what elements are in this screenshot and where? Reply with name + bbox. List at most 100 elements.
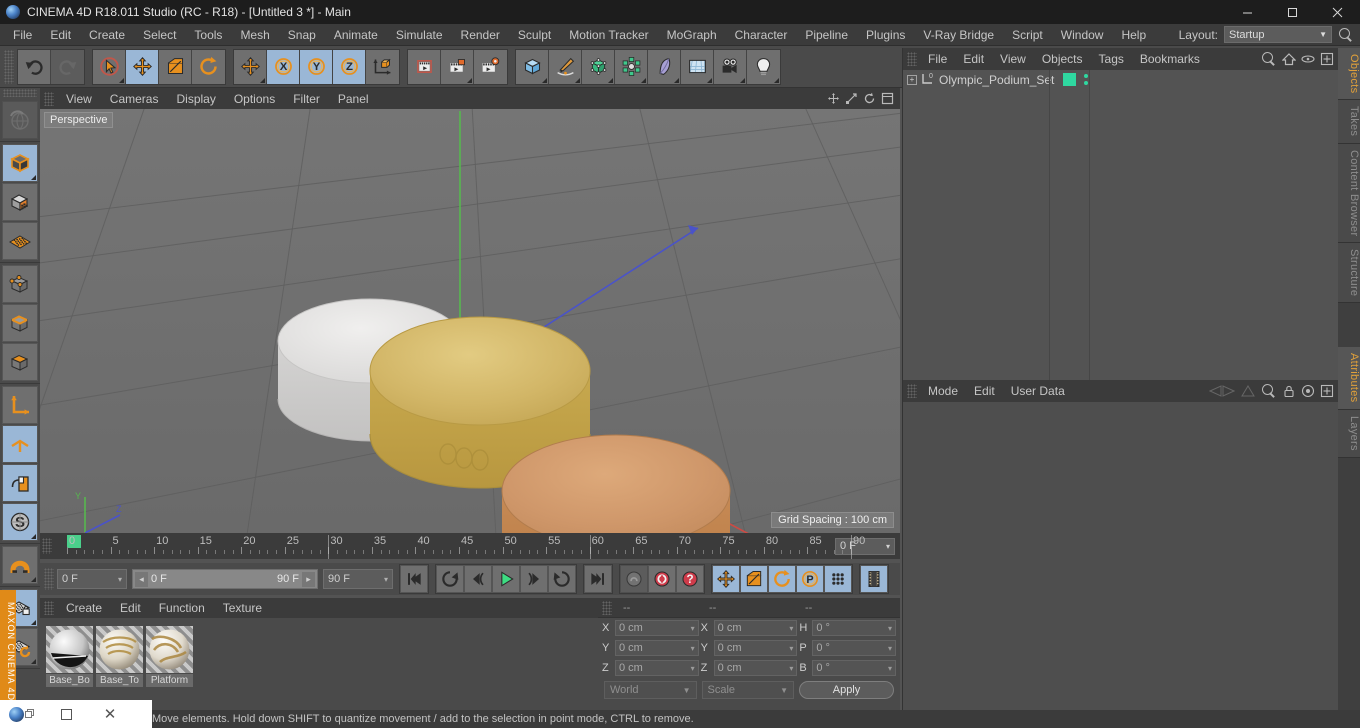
coordinate-rotation-field[interactable]: 0 ° ▾ [812, 620, 897, 636]
toolbar-grip[interactable] [4, 49, 14, 84]
spinner-icon[interactable]: ▾ [118, 575, 122, 583]
tab-content-browser[interactable]: Content Browser [1338, 143, 1360, 244]
menu-animate[interactable]: Animate [325, 25, 387, 45]
snap-magnet-button[interactable] [2, 546, 38, 584]
vpmenu-cameras[interactable]: Cameras [101, 91, 168, 107]
point-level-animation-button[interactable] [824, 565, 852, 593]
step-forward-button[interactable] [520, 565, 548, 593]
menu-script[interactable]: Script [1003, 25, 1052, 45]
coordinate-system-dropdown[interactable]: World ▼ [604, 681, 697, 699]
lock-z-axis-button[interactable]: Z [333, 49, 366, 84]
render-settings-button[interactable] [474, 49, 507, 84]
autokey-button[interactable] [620, 565, 648, 593]
texture-mode-button[interactable] [2, 183, 38, 221]
tab-objects[interactable]: Objects [1338, 48, 1360, 101]
attribute-manager-body[interactable] [903, 402, 1338, 728]
menu-motion-tracker[interactable]: Motion Tracker [560, 25, 657, 45]
add-array-button[interactable] [615, 49, 648, 84]
vpmenu-display[interactable]: Display [167, 91, 224, 107]
taskbar-close-button[interactable]: ✕ [88, 700, 132, 728]
spinner-icon[interactable]: ▾ [384, 575, 388, 583]
matmenu-texture[interactable]: Texture [214, 600, 271, 616]
apply-button[interactable]: Apply [799, 681, 894, 699]
move-tool[interactable] [126, 49, 159, 84]
menu-tools[interactable]: Tools [185, 25, 231, 45]
add-camera-button[interactable] [714, 49, 747, 84]
target-icon[interactable] [1301, 384, 1315, 398]
matmenu-edit[interactable]: Edit [111, 600, 150, 616]
edges-mode-button[interactable] [2, 304, 38, 342]
world-object-coords-button[interactable] [366, 49, 399, 84]
object-manager-body[interactable]: +0 Olympic_Podium_Set [903, 70, 1338, 380]
menu-render[interactable]: Render [452, 25, 509, 45]
coordinate-size-field[interactable]: 0 cm ▾ [713, 660, 798, 676]
home-icon[interactable] [1282, 52, 1296, 66]
coordinate-rotation-field[interactable]: 0 ° ▾ [812, 640, 897, 656]
attrmenu-mode[interactable]: Mode [920, 383, 966, 399]
render-view-button[interactable] [408, 49, 441, 84]
soft-selection-button[interactable]: S [2, 503, 38, 541]
menu-file[interactable]: File [4, 25, 41, 45]
viewport-grip[interactable] [44, 91, 54, 106]
coordinate-mode-dropdown[interactable]: Scale ▼ [701, 681, 794, 699]
layout-dropdown[interactable]: Startup ▼ [1224, 26, 1332, 43]
eye-icon[interactable] [1301, 52, 1315, 66]
material-thumbnail[interactable] [96, 626, 143, 673]
attrmenu-edit[interactable]: Edit [966, 383, 1003, 399]
attribute-manager-grip[interactable] [907, 384, 917, 398]
new-tab-icon[interactable] [1320, 52, 1334, 66]
viewport-canvas[interactable]: Perspective Y Z Grid Spacing: 100 cm [40, 109, 900, 533]
workplane-mode-button[interactable] [2, 222, 38, 260]
preview-range-slider[interactable]: ◂ 0 F 90 F ▸ [132, 569, 318, 589]
material-thumbnail[interactable] [146, 626, 193, 673]
lock-x-axis-button[interactable]: X [267, 49, 300, 84]
objmenu-file[interactable]: File [920, 51, 955, 67]
menu-sculpt[interactable]: Sculpt [509, 25, 560, 45]
spinner-icon[interactable]: ▾ [888, 644, 892, 652]
spinner-icon[interactable]: ▾ [886, 542, 890, 551]
visibility-dots-icon[interactable] [1084, 74, 1088, 85]
viewport-maximize-icon[interactable] [881, 92, 894, 105]
menu-character[interactable]: Character [726, 25, 797, 45]
redo-button[interactable] [51, 49, 84, 84]
menu-pipeline[interactable]: Pipeline [796, 25, 857, 45]
spinner-icon[interactable]: ▾ [691, 664, 695, 672]
lock-icon[interactable] [1282, 384, 1296, 398]
menu-simulate[interactable]: Simulate [387, 25, 452, 45]
polygons-mode-button[interactable] [2, 343, 38, 381]
objmenu-bookmarks[interactable]: Bookmarks [1132, 51, 1208, 67]
maximize-button[interactable] [1270, 0, 1315, 24]
undo-view-button[interactable] [2, 101, 38, 139]
objmenu-edit[interactable]: Edit [955, 51, 992, 67]
parameter-key-button[interactable]: P [796, 565, 824, 593]
timeline-grip[interactable] [42, 538, 52, 554]
go-to-end-button[interactable] [584, 565, 612, 593]
record-active-objects-button[interactable] [648, 565, 676, 593]
object-tag-color[interactable] [1063, 73, 1076, 86]
search-icon[interactable] [1261, 51, 1277, 67]
viewport-scale-icon[interactable] [845, 92, 858, 105]
tab-structure[interactable]: Structure [1338, 243, 1360, 304]
play-button[interactable] [492, 565, 520, 593]
rotate-tool[interactable] [192, 49, 225, 84]
transport-grip[interactable] [44, 568, 54, 590]
spinner-icon[interactable]: ▾ [691, 624, 695, 632]
add-cube-object-button[interactable] [516, 49, 549, 84]
rotation-key-button[interactable] [768, 565, 796, 593]
viewport-solo-button[interactable] [2, 425, 38, 463]
lock-y-axis-button[interactable]: Y [300, 49, 333, 84]
coordinate-rotation-field[interactable]: 0 ° ▾ [812, 660, 897, 676]
visibility-dot-editor[interactable] [1084, 74, 1088, 78]
search-icon[interactable] [1338, 27, 1354, 43]
add-spline-button[interactable] [549, 49, 582, 84]
tab-takes[interactable]: Takes [1338, 100, 1360, 144]
menu-mograph[interactable]: MoGraph [658, 25, 726, 45]
open-timeline-button[interactable] [860, 565, 888, 593]
taskbar-maximize-button[interactable] [44, 700, 88, 728]
objmenu-objects[interactable]: Objects [1034, 51, 1091, 67]
step-back-button[interactable] [464, 565, 492, 593]
range-left-arrow-icon[interactable]: ◂ [135, 571, 148, 587]
material-grip[interactable] [44, 601, 54, 615]
spinner-icon[interactable]: ▾ [789, 664, 793, 672]
live-selection-tool[interactable] [93, 49, 126, 84]
